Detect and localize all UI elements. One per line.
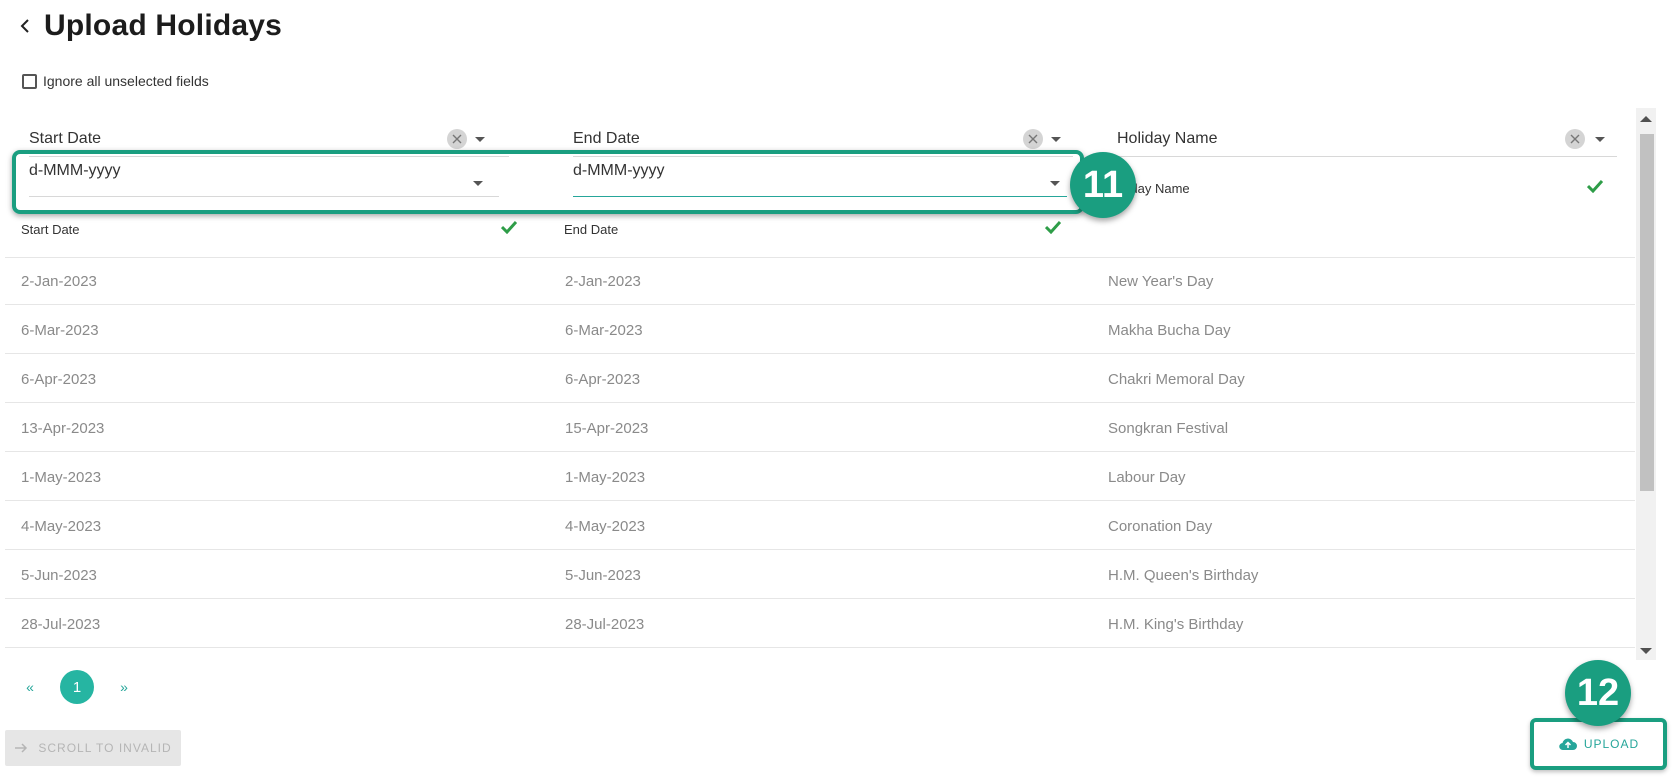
table-row: 6-Mar-2023 6-Mar-2023 Makha Bucha Day [5,307,1635,354]
close-icon[interactable] [447,129,467,149]
cell-start-date: 5-Jun-2023 [21,567,97,584]
table-row: 6-Apr-2023 6-Apr-2023 Chakri Memoral Day [5,356,1635,403]
cell-end-date: 28-Jul-2023 [565,616,645,633]
cell-start-date: 1-May-2023 [21,469,102,486]
date-format-select-start[interactable]: d-MMM-yyyy [19,150,499,197]
date-format-select-end[interactable]: d-MMM-yyyy [563,150,1073,197]
table-row: 2-Jan-2023 2-Jan-2023 New Year's Day [5,258,1635,305]
date-format-value: d-MMM-yyyy [29,162,121,179]
cell-holiday-name: Makha Bucha Day [1108,322,1231,339]
close-icon[interactable] [1023,129,1043,149]
chevron-left-icon[interactable] [18,19,32,33]
pagination-prev[interactable]: « [20,679,40,695]
cell-start-date: 28-Jul-2023 [21,616,101,633]
caret-down-icon[interactable] [1050,181,1060,186]
cloud-upload-icon [1559,738,1577,751]
pagination-page-current[interactable]: 1 [60,670,94,704]
date-format-value: d-MMM-yyyy [573,162,665,179]
cell-holiday-name: Songkran Festival [1108,420,1229,437]
mapped-header-end: End Date [564,222,619,237]
checkmark-icon [1587,179,1603,193]
cell-end-date: 15-Apr-2023 [565,420,649,437]
scroll-to-invalid-label: SCROLL TO INVALID [38,741,172,755]
caret-down-icon[interactable] [1595,137,1605,142]
pagination-next[interactable]: » [114,679,134,695]
cell-start-date: 6-Mar-2023 [21,322,99,339]
scroll-up-icon[interactable] [1640,116,1652,122]
cell-holiday-name: H.M. Queen's Birthday [1108,567,1259,584]
scroll-to-invalid-button[interactable]: SCROLL TO INVALID [5,730,181,766]
cell-holiday-name: Labour Day [1108,469,1186,486]
field-underline-focused [573,196,1067,197]
step-badge: 12 [1565,660,1631,726]
checkmark-icon [1045,220,1061,234]
page-header: Upload Holidays [18,6,282,46]
table-row: 1-May-2023 1-May-2023 Labour Day [5,454,1635,501]
cell-end-date: 6-Apr-2023 [565,371,641,388]
table-row: 5-Jun-2023 5-Jun-2023 H.M. Queen's Birth… [5,552,1635,599]
cell-holiday-name: New Year's Day [1108,273,1214,290]
page-title: Upload Holidays [44,9,283,42]
column-field-select[interactable]: Holiday Name [1117,130,1217,148]
caret-down-icon[interactable] [475,137,485,142]
column-field-select[interactable]: Start Date [29,130,101,148]
cell-holiday-name: Chakri Memoral Day [1108,371,1245,388]
cell-end-date: 2-Jan-2023 [565,273,641,290]
cell-holiday-name: H.M. King's Birthday [1108,616,1244,633]
caret-down-icon[interactable] [1051,137,1061,142]
cell-start-date: 4-May-2023 [21,518,102,535]
field-underline [29,196,499,197]
cell-end-date: 5-Jun-2023 [565,567,641,584]
pagination: « 1 » [20,670,134,704]
scrollbar-thumb[interactable] [1640,134,1654,491]
ignore-checkbox[interactable] [22,73,37,89]
ignore-label: Ignore all unselected fields [43,73,209,89]
cell-start-date: 6-Apr-2023 [21,371,97,388]
checkmark-icon [501,220,517,234]
mapped-header-start: Start Date [21,222,80,237]
close-icon[interactable] [1565,129,1585,149]
cell-start-date: 13-Apr-2023 [21,420,105,437]
scroll-down-icon[interactable] [1640,648,1652,654]
table-row: 13-Apr-2023 15-Apr-2023 Songkran Festiva… [5,405,1635,452]
upload-label: UPLOAD [1583,737,1640,751]
field-underline [1117,156,1617,157]
column-field-select[interactable]: End Date [573,130,640,148]
cell-end-date: 1-May-2023 [565,469,646,486]
cell-end-date: 4-May-2023 [565,518,646,535]
cell-holiday-name: Coronation Day [1108,518,1213,535]
caret-down-icon[interactable] [473,181,483,186]
ignore-unselected-option[interactable]: Ignore all unselected fields [22,73,209,89]
cell-start-date: 2-Jan-2023 [21,273,97,290]
table-row: 4-May-2023 4-May-2023 Coronation Day [5,503,1635,550]
cell-end-date: 6-Mar-2023 [565,322,643,339]
arrow-right-icon [15,743,28,753]
step-badge: 11 [1070,152,1136,218]
table-row: 28-Jul-2023 28-Jul-2023 H.M. King's Birt… [5,601,1635,648]
